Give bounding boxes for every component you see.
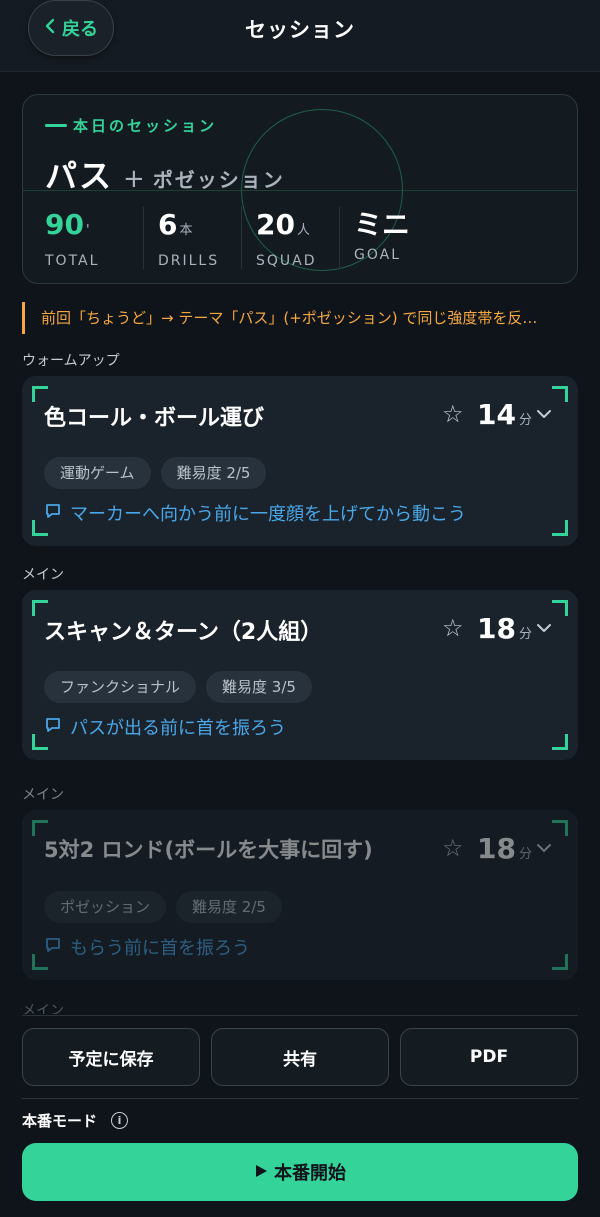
section-label-main: メイン (22, 787, 64, 803)
stat-total-unit: ' (85, 223, 90, 238)
stat-goal-value: ミニ (354, 208, 411, 241)
coaching-tip: パスが出る前に首を振ろう (44, 714, 286, 740)
tag-category: ファンクショナル (44, 671, 197, 703)
corner-marker (552, 954, 568, 970)
comment-icon (44, 716, 62, 739)
stat-drills-unit: 本 (179, 223, 193, 238)
corner-marker (552, 386, 568, 402)
drill-tags: 運動ゲーム 難易度 2/5 (44, 457, 267, 489)
stat-squad-value: 20 (256, 208, 295, 241)
stat-squad-unit: 人 (296, 223, 310, 238)
drill-title: 5対2 ロンド(ボールを大事に回す) (44, 838, 373, 862)
stat-drills: 6本 DRILLS (143, 207, 241, 269)
drill-card[interactable]: スキャン＆ターン（2人組） ☆ 18 分 ファンクショナル 難易度 3/5 パス… (22, 590, 578, 760)
duration-unit: 分 (518, 627, 532, 642)
stat-drills-label: DRILLS (158, 253, 220, 269)
kicker-bar (45, 124, 67, 127)
stat-squad: 20 人 SQUAD (241, 207, 339, 269)
drill-card[interactable]: 5対2 ロンド(ボールを大事に回す) ☆ 18 分 ポゼッション 難易度 2/5… (22, 810, 578, 980)
session-subtheme: ポゼッション (152, 168, 285, 192)
section-label-warmup: ウォームアップ (22, 353, 120, 369)
tag-category: ポゼッション (44, 891, 167, 923)
live-mode-row: 本番モード i (22, 1110, 129, 1131)
save-schedule-button[interactable]: 予定に保存 (22, 1028, 200, 1086)
duration-unit: 分 (518, 847, 532, 862)
stat-drills-value: 6 (158, 208, 178, 241)
divider (22, 1098, 578, 1099)
drill-duration: 18 分 (477, 832, 532, 865)
comment-icon (44, 502, 62, 525)
stat-goal: ミニ GOAL (339, 207, 437, 269)
session-plus: + (123, 164, 145, 194)
previous-session-notice: 前回「ちょうど」→ テーマ「パス」(+ポゼッション) で同じ強度帯を反… (22, 302, 578, 334)
page-title: セッション (245, 18, 355, 42)
duration-unit: 分 (518, 413, 532, 428)
stat-total-value: 90 (45, 208, 84, 241)
corner-marker (552, 734, 568, 750)
drill-duration: 18 分 (477, 612, 532, 645)
pdf-button[interactable]: PDF (400, 1028, 578, 1086)
chevron-down-icon[interactable] (536, 406, 552, 422)
kicker-text: 本日のセッション (73, 117, 218, 135)
tip-text: パスが出る前に首を振ろう (70, 718, 286, 739)
action-buttons: 予定に保存 共有 PDF (22, 1028, 578, 1086)
coaching-tip: マーカーへ向かう前に一度顔を上げてから動こう (44, 500, 466, 526)
session-theme: パス (45, 157, 114, 195)
section-label-main: メイン (22, 1003, 64, 1014)
stat-squad-label: SQUAD (256, 253, 317, 269)
drill-title: 色コール・ボール運び (44, 406, 265, 431)
stat-total-label: TOTAL (45, 253, 100, 269)
chevron-down-icon[interactable] (536, 620, 552, 636)
corner-marker (552, 600, 568, 616)
drill-tags: ファンクショナル 難易度 3/5 (44, 671, 312, 703)
star-icon[interactable]: ☆ (442, 400, 464, 428)
duration-value: 18 (477, 612, 516, 645)
live-mode-label: 本番モード (22, 1112, 98, 1130)
divider (22, 1015, 578, 1016)
drill-duration: 14 分 (477, 398, 532, 431)
chevron-down-icon[interactable] (536, 840, 552, 856)
tag-difficulty: 難易度 3/5 (206, 671, 312, 703)
corner-marker (552, 820, 568, 836)
drill-tags: ポゼッション 難易度 2/5 (44, 891, 282, 923)
top-bar: 戻る セッション (0, 0, 600, 72)
play-icon (254, 1162, 268, 1183)
section-label-main: メイン (22, 567, 64, 583)
session-summary-card: 本日のセッション パス + ポゼッション 90 ' TOTAL 6本 DRILLS… (22, 94, 578, 284)
star-icon[interactable]: ☆ (442, 834, 464, 862)
session-title: パス + ポゼッション (45, 151, 285, 197)
summary-kicker: 本日のセッション (45, 115, 217, 136)
info-icon[interactable]: i (111, 1112, 129, 1129)
drill-card[interactable]: 色コール・ボール運び ☆ 14 分 運動ゲーム 難易度 2/5 マーカーへ向かう… (22, 376, 578, 546)
stat-total: 90 ' TOTAL (45, 207, 143, 269)
duration-value: 14 (477, 398, 516, 431)
start-live-button[interactable]: 本番開始 (22, 1143, 578, 1201)
tag-difficulty: 難易度 2/5 (176, 891, 282, 923)
tag-difficulty: 難易度 2/5 (160, 457, 267, 489)
comment-icon (44, 936, 62, 959)
corner-marker (552, 520, 568, 536)
tip-text: マーカーへ向かう前に一度顔を上げてから動こう (70, 504, 466, 525)
duration-value: 18 (477, 832, 516, 865)
star-icon[interactable]: ☆ (442, 614, 464, 642)
share-button[interactable]: 共有 (211, 1028, 389, 1086)
coaching-tip: もらう前に首を振ろう (44, 934, 250, 960)
session-stats: 90 ' TOTAL 6本 DRILLS 20 人 SQUAD ミニ GOAL (45, 207, 437, 269)
drill-title: スキャン＆ターン（2人組） (44, 620, 323, 645)
start-label: 本番開始 (274, 1163, 346, 1184)
tag-category: 運動ゲーム (44, 457, 151, 489)
tip-text: もらう前に首を振ろう (70, 938, 250, 959)
stat-goal-label: GOAL (354, 247, 401, 263)
